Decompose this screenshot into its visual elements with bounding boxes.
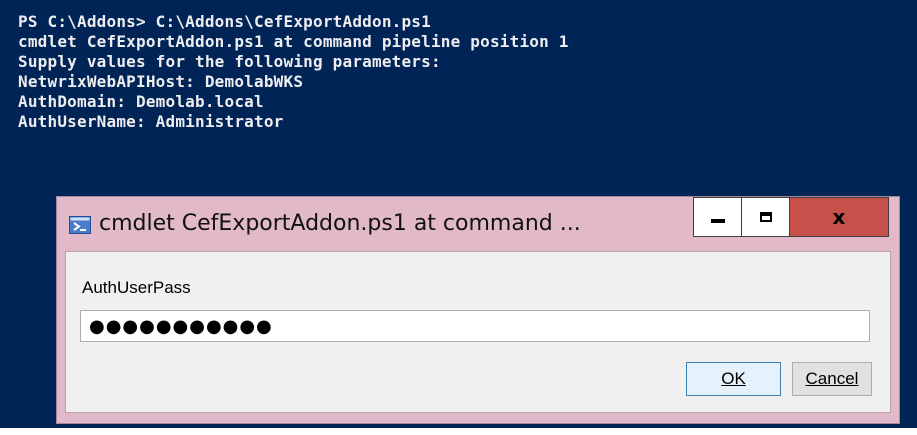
credential-dialog: cmdlet CefExportAddon.ps1 at command ...… [56, 196, 900, 424]
console-line-authdomain: AuthDomain: Demolab.local [18, 92, 264, 111]
console-line-supply: Supply values for the following paramete… [18, 52, 441, 71]
close-icon: x [832, 205, 846, 229]
console-line-authusername: AuthUserName: Administrator [18, 112, 284, 131]
console-line-cmdlet: cmdlet CefExportAddon.ps1 at command pip… [18, 32, 569, 51]
dialog-client-area: AuthUserPass OK Cancel [65, 251, 891, 413]
maximize-icon [759, 212, 772, 222]
powershell-icon [69, 216, 91, 234]
auth-user-pass-label: AuthUserPass [82, 278, 191, 297]
console-line-prompt: PS C:\Addons> C:\Addons\CefExportAddon.p… [18, 12, 431, 31]
console-line-webapihost: NetwrixWebAPIHost: DemolabWKS [18, 72, 304, 91]
cancel-button[interactable]: Cancel [792, 362, 872, 396]
ok-button[interactable]: OK [686, 362, 781, 396]
maximize-button[interactable] [741, 197, 789, 237]
screen: PS C:\Addons> C:\Addons\CefExportAddon.p… [0, 0, 917, 435]
auth-user-pass-field[interactable] [80, 310, 870, 342]
dialog-title: cmdlet CefExportAddon.ps1 at command ... [99, 211, 581, 236]
minimize-icon [710, 219, 725, 223]
close-button[interactable]: x [789, 197, 889, 237]
minimize-button[interactable] [693, 197, 741, 237]
dialog-title-bar[interactable]: cmdlet CefExportAddon.ps1 at command ...… [57, 197, 899, 251]
